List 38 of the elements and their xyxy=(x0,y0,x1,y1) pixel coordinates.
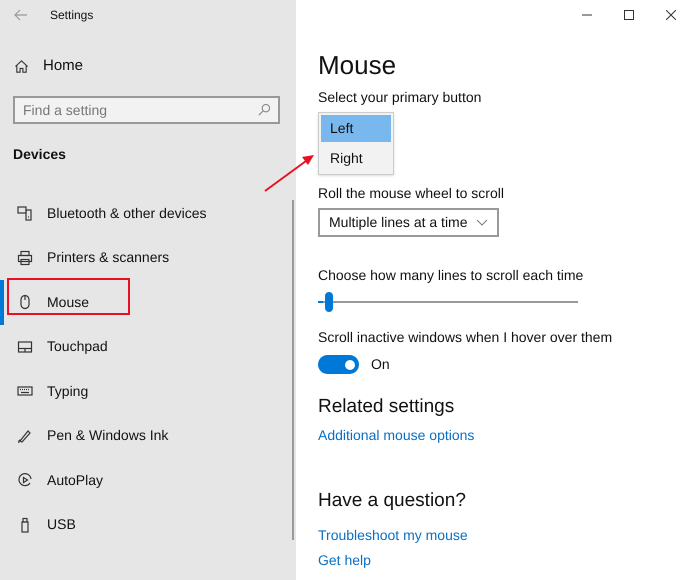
section-heading: Devices xyxy=(12,145,67,164)
setting-label: Roll the mouse wheel to scroll xyxy=(318,184,505,202)
touchpad-icon xyxy=(17,338,33,355)
search-icon xyxy=(258,103,271,116)
link[interactable]: Troubleshoot my mouse xyxy=(318,525,696,545)
maximize-icon[interactable] xyxy=(624,10,634,20)
setting-label: Choose how many lines to scroll each time xyxy=(318,266,584,284)
close-icon[interactable] xyxy=(666,10,676,20)
link[interactable]: Additional mouse options xyxy=(318,425,696,445)
window-title: Settings xyxy=(50,7,94,24)
sidebar-item[interactable]: Bluetooth & other devices xyxy=(0,191,296,236)
autoplay-icon xyxy=(17,472,33,488)
link[interactable]: Get help xyxy=(318,550,696,570)
toggle-switch[interactable] xyxy=(318,355,359,374)
sidebar-item[interactable]: USB xyxy=(0,502,296,547)
printer-icon xyxy=(17,250,33,266)
dropdown[interactable]: Multiple lines at a time xyxy=(318,208,499,237)
setting-label: Scroll inactive windows when I hover over them xyxy=(318,328,614,346)
dropdown-option[interactable]: Right xyxy=(321,145,391,172)
chevron-down-icon xyxy=(476,219,488,226)
sidebar-item[interactable]: Printers & scanners xyxy=(0,236,296,280)
section-heading: Have a question? xyxy=(318,489,467,513)
slider-thumb[interactable] xyxy=(325,292,334,312)
annotation-arrow xyxy=(262,152,316,194)
page-title: Mouse xyxy=(318,50,398,80)
home-icon xyxy=(14,58,29,74)
sidebar-item[interactable]: Pen & Windows Ink xyxy=(0,414,296,458)
pen-icon xyxy=(17,428,33,444)
dropdown-option[interactable]: Left xyxy=(321,115,391,142)
sidebar-item[interactable]: AutoPlay xyxy=(0,458,296,502)
toggle-state: On xyxy=(371,355,390,374)
setting-label: Select your primary button xyxy=(318,88,482,106)
sidebar-item[interactable]: Typing xyxy=(0,369,296,414)
section-heading: Related settings xyxy=(318,395,456,419)
search-field[interactable]: Find a setting xyxy=(13,96,280,124)
sidebar-item[interactable]: Touchpad xyxy=(0,324,296,369)
home-item[interactable]: Home xyxy=(0,54,296,78)
devices-icon xyxy=(17,205,33,222)
